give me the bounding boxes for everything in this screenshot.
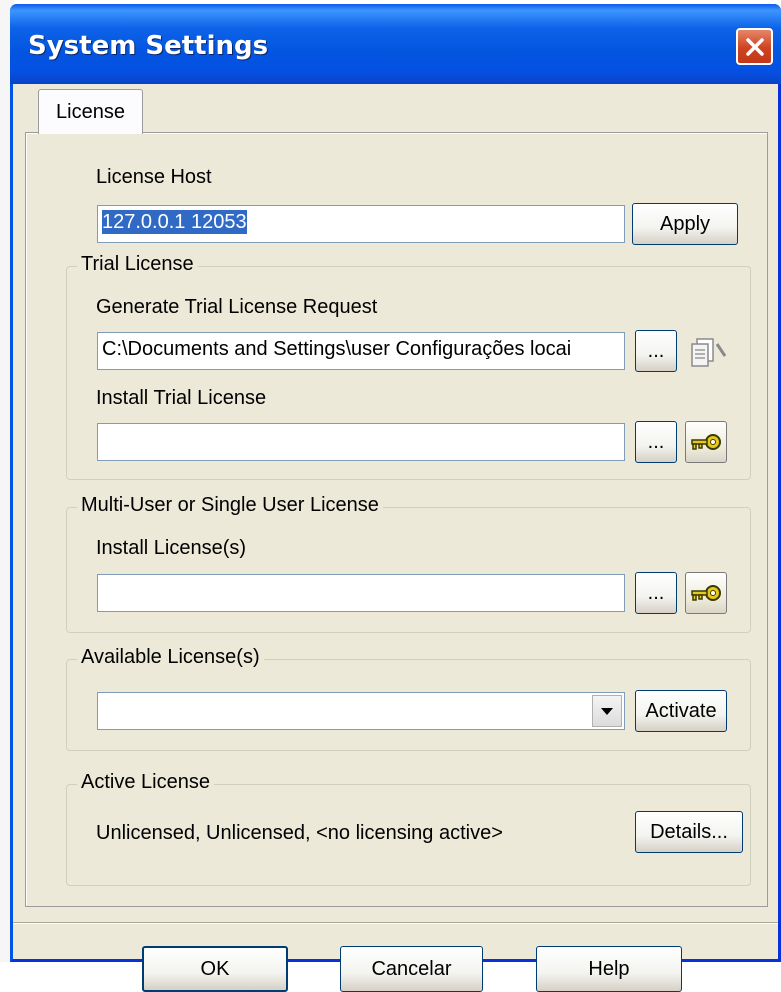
footer-separator bbox=[13, 922, 778, 924]
install-licenses-label: Install License(s) bbox=[96, 537, 247, 559]
install-licenses-browse-button[interactable]: ... bbox=[635, 572, 677, 614]
generate-trial-path-input[interactable]: C:\Documents and Settings\user Configura… bbox=[97, 332, 625, 370]
generate-trial-path-value: C:\Documents and Settings\user Configura… bbox=[102, 338, 572, 360]
active-license-group-title: Active License bbox=[77, 771, 214, 794]
close-icon bbox=[746, 38, 764, 56]
install-licenses-key-button[interactable] bbox=[685, 572, 727, 614]
license-host-input[interactable]: 127.0.0.1 12053 bbox=[97, 205, 625, 243]
multi-user-license-group: Multi-User or Single User License Instal… bbox=[66, 494, 751, 633]
license-host-value: 127.0.0.1 12053 bbox=[102, 210, 247, 234]
key-icon bbox=[691, 434, 721, 450]
activate-button[interactable]: Activate bbox=[635, 690, 727, 732]
active-license-status: Unlicensed, Unlicensed, <no licensing ac… bbox=[96, 822, 503, 844]
available-licenses-group-title: Available License(s) bbox=[77, 646, 264, 669]
install-trial-label: Install Trial License bbox=[96, 387, 267, 409]
document-request-icon bbox=[691, 338, 727, 367]
active-license-group: Active License Unlicensed, Unlicensed, <… bbox=[66, 771, 751, 886]
install-trial-input[interactable] bbox=[97, 423, 625, 461]
available-licenses-group: Available License(s) Activate bbox=[66, 646, 751, 751]
system-settings-dialog: System Settings License License Host 127… bbox=[10, 4, 781, 992]
tab-license-label: License bbox=[56, 100, 125, 123]
tab-license[interactable]: License bbox=[38, 89, 143, 134]
license-host-label: License Host bbox=[96, 166, 212, 188]
dropdown-button[interactable] bbox=[592, 695, 622, 727]
install-trial-key-button[interactable] bbox=[685, 421, 727, 463]
generate-browse-button[interactable]: ... bbox=[635, 330, 677, 372]
ok-button[interactable]: OK bbox=[142, 946, 288, 992]
dialog-content: License License Host 127.0.0.1 12053 App… bbox=[13, 84, 778, 992]
generate-trial-label: Generate Trial License Request bbox=[96, 296, 378, 318]
key-icon bbox=[691, 585, 721, 601]
trial-license-group: Trial License Generate Trial License Req… bbox=[66, 253, 751, 480]
install-licenses-input[interactable] bbox=[97, 574, 625, 612]
cancel-button[interactable]: Cancelar bbox=[340, 946, 483, 992]
details-button[interactable]: Details... bbox=[635, 811, 743, 853]
multi-user-group-title: Multi-User or Single User License bbox=[77, 494, 383, 517]
close-button[interactable] bbox=[736, 28, 773, 65]
available-licenses-select[interactable] bbox=[97, 692, 625, 730]
apply-button[interactable]: Apply bbox=[632, 203, 738, 245]
trial-license-group-title: Trial License bbox=[77, 253, 198, 276]
generate-request-button[interactable] bbox=[685, 330, 727, 372]
install-trial-browse-button[interactable]: ... bbox=[635, 421, 677, 463]
window-title: System Settings bbox=[28, 31, 269, 61]
title-bar[interactable]: System Settings bbox=[10, 4, 781, 84]
license-tab-panel: License Host 127.0.0.1 12053 Apply Trial… bbox=[25, 132, 768, 907]
chevron-down-icon bbox=[601, 708, 613, 715]
help-button[interactable]: Help bbox=[536, 946, 682, 992]
